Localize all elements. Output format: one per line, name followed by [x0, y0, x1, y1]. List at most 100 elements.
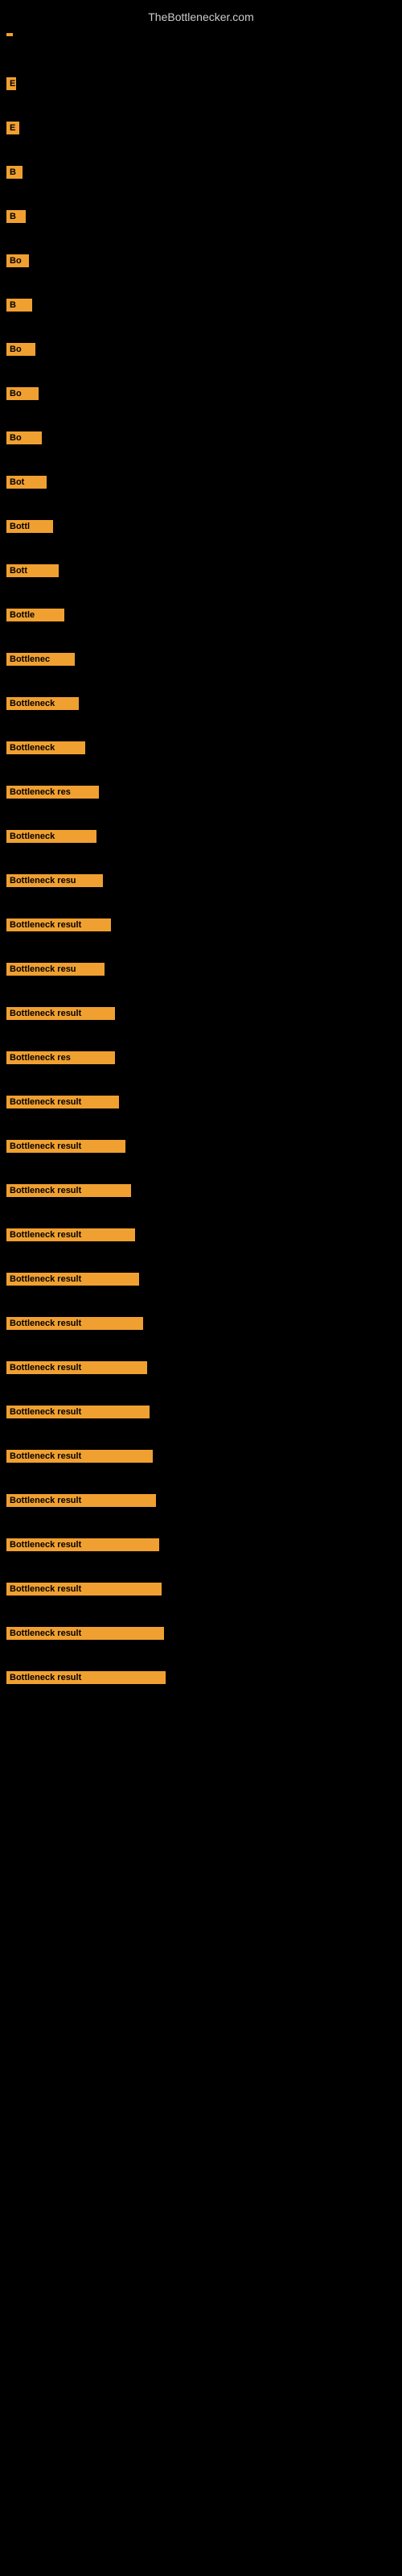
item-row-33: Bottleneck result	[0, 1489, 402, 1534]
item-row-12: Bott	[0, 559, 402, 604]
item-row-22: Bottleneck result	[0, 1002, 402, 1046]
item-row-34: Bottleneck result	[0, 1534, 402, 1578]
list-item: Bottleneck result	[0, 1401, 402, 1423]
list-item: Bottleneck result	[0, 1135, 402, 1158]
bottleneck-label: Bottleneck	[6, 830, 96, 843]
list-item: Bottleneck resu	[0, 869, 402, 892]
list-item: Bottl	[0, 515, 402, 538]
list-item: E	[0, 72, 402, 95]
bottleneck-label: Bottleneck result	[6, 1140, 125, 1153]
list-item: Bottleneck result	[0, 1666, 402, 1689]
list-item: Bottleneck result	[0, 1622, 402, 1645]
item-row-2: E	[0, 117, 402, 161]
list-item: Bottleneck resu	[0, 958, 402, 980]
item-row-28: Bottleneck result	[0, 1268, 402, 1312]
list-item: Bottleneck res	[0, 781, 402, 803]
item-row-5: Bo	[0, 250, 402, 294]
list-item: Bottle	[0, 604, 402, 626]
bottleneck-label: Bottleneck	[6, 741, 85, 754]
bottleneck-label: B	[6, 166, 23, 179]
bottleneck-label: Bottle	[6, 609, 64, 621]
item-row-20: Bottleneck result	[0, 914, 402, 958]
bottleneck-label: Bottleneck resu	[6, 874, 103, 887]
item-row-29: Bottleneck result	[0, 1312, 402, 1356]
list-item: E	[0, 117, 402, 139]
item-row-26: Bottleneck result	[0, 1179, 402, 1224]
item-row-7: Bo	[0, 338, 402, 382]
bottleneck-label: Bottleneck result	[6, 1273, 139, 1286]
item-row-31: Bottleneck result	[0, 1401, 402, 1445]
list-item: Bottleneck result	[0, 1268, 402, 1290]
list-item: Bottleneck result	[0, 1179, 402, 1202]
list-item: Bottleneck result	[0, 914, 402, 936]
item-row-0	[0, 28, 402, 72]
item-row-9: Bo	[0, 427, 402, 471]
bottleneck-label: B	[6, 299, 32, 312]
bottleneck-label: Bottleneck result	[6, 1317, 143, 1330]
items-container: E E B B Bo B Bo Bo Bo Bot Bottl Bott Bottle Bottlenec…	[0, 28, 402, 1711]
list-item: Bo	[0, 338, 402, 361]
list-item: Bo	[0, 382, 402, 405]
bottleneck-label: Bott	[6, 564, 59, 577]
bottleneck-label: Bo	[6, 431, 42, 444]
bottleneck-label: Bottleneck res	[6, 786, 99, 799]
bottleneck-label: Bottleneck result	[6, 1096, 119, 1108]
list-item: Bottleneck	[0, 825, 402, 848]
item-row-3: B	[0, 161, 402, 205]
list-item: Bot	[0, 471, 402, 493]
bottleneck-label: Bot	[6, 476, 47, 489]
bottleneck-label: Bottl	[6, 520, 53, 533]
list-item: Bottlenec	[0, 648, 402, 671]
item-row-21: Bottleneck resu	[0, 958, 402, 1002]
list-item	[0, 28, 402, 41]
bottleneck-label: Bottleneck result	[6, 1627, 164, 1640]
bottleneck-label: Bottleneck res	[6, 1051, 115, 1064]
item-row-16: Bottleneck	[0, 737, 402, 781]
list-item: Bott	[0, 559, 402, 582]
bottleneck-label: Bo	[6, 387, 39, 400]
list-item: B	[0, 205, 402, 228]
item-row-37: Bottleneck result	[0, 1666, 402, 1711]
bottleneck-label: Bo	[6, 254, 29, 267]
list-item: B	[0, 294, 402, 316]
item-row-8: Bo	[0, 382, 402, 427]
list-item: Bottleneck	[0, 737, 402, 759]
bottleneck-label: Bottleneck	[6, 697, 79, 710]
item-row-6: B	[0, 294, 402, 338]
item-row-4: B	[0, 205, 402, 250]
item-row-1: E	[0, 72, 402, 117]
bottleneck-label: Bottleneck result	[6, 1494, 156, 1507]
list-item: Bottleneck result	[0, 1224, 402, 1246]
item-row-18: Bottleneck	[0, 825, 402, 869]
list-item: Bo	[0, 427, 402, 449]
list-item: Bo	[0, 250, 402, 272]
item-row-32: Bottleneck result	[0, 1445, 402, 1489]
list-item: Bottleneck result	[0, 1489, 402, 1512]
list-item: Bottleneck res	[0, 1046, 402, 1069]
item-row-30: Bottleneck result	[0, 1356, 402, 1401]
list-item: Bottleneck result	[0, 1356, 402, 1379]
list-item: Bottleneck result	[0, 1534, 402, 1556]
bottleneck-label: Bottleneck result	[6, 1228, 135, 1241]
item-row-36: Bottleneck result	[0, 1622, 402, 1666]
bottleneck-label	[6, 33, 13, 36]
bottleneck-label: B	[6, 210, 26, 223]
list-item: Bottleneck result	[0, 1312, 402, 1335]
list-item: Bottleneck result	[0, 1578, 402, 1600]
bottleneck-label: Bottleneck result	[6, 1538, 159, 1551]
bottleneck-label: Bottleneck result	[6, 1184, 131, 1197]
list-item: Bottleneck result	[0, 1091, 402, 1113]
item-row-13: Bottle	[0, 604, 402, 648]
item-row-14: Bottlenec	[0, 648, 402, 692]
bottleneck-label: Bo	[6, 343, 35, 356]
bottleneck-label: Bottleneck result	[6, 1007, 115, 1020]
bottleneck-label: Bottleneck result	[6, 1583, 162, 1596]
bottleneck-label: Bottleneck resu	[6, 963, 105, 976]
site-title: TheBottlenecker.com	[0, 4, 402, 30]
list-item: Bottleneck result	[0, 1445, 402, 1468]
bottleneck-label: E	[6, 77, 16, 90]
bottleneck-label: E	[6, 122, 19, 134]
item-row-19: Bottleneck resu	[0, 869, 402, 914]
bottleneck-label: Bottleneck result	[6, 1361, 147, 1374]
bottleneck-label: Bottleneck result	[6, 919, 111, 931]
